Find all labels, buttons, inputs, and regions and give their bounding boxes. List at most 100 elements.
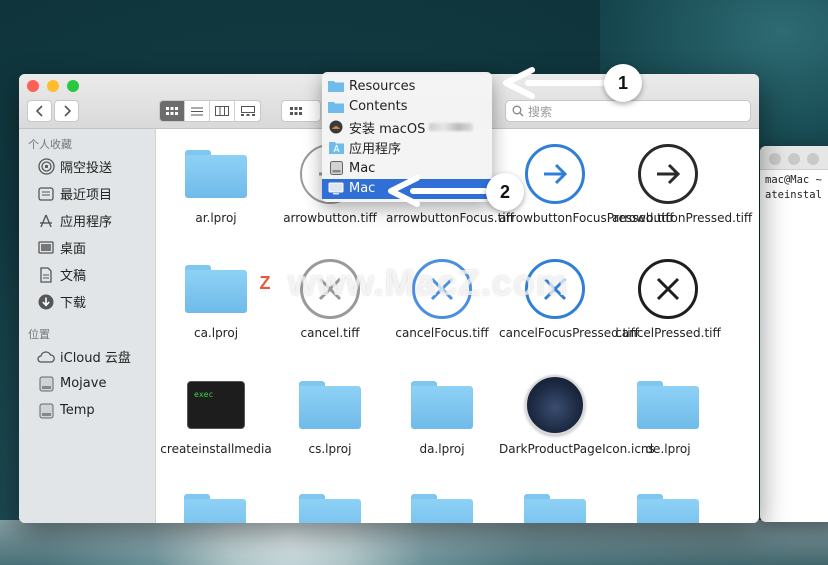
path-menu-label: 应用程序 [349, 142, 402, 158]
sidebar-item-applications[interactable]: 应用程序 [19, 207, 155, 234]
file-name: createinstallmedia [160, 442, 272, 456]
path-menu-label: Mac [349, 160, 376, 176]
terminal-line: mac@Mac ~ [765, 174, 822, 186]
terminal-minimize-button[interactable] [788, 153, 800, 165]
file-name: cancel.tiff [300, 326, 360, 340]
path-menu-item-applications[interactable]: 应用程序 [322, 138, 492, 159]
sidebar-item-airdrop[interactable]: 隔空投送 [19, 153, 155, 180]
file-item[interactable]: DarkProductPageIcon.icns [499, 373, 655, 457]
grid-icon [166, 106, 178, 115]
sidebar-item-recents[interactable]: 最近项目 [19, 180, 155, 207]
chevron-left-icon [35, 105, 43, 117]
installer-icon [328, 120, 344, 134]
folder-icon[interactable] [299, 494, 361, 523]
terminal-close-button[interactable] [769, 153, 781, 165]
folder-icon [328, 79, 344, 93]
search-field[interactable]: 搜索 [505, 100, 751, 122]
gallery-view-button[interactable] [235, 101, 260, 121]
column-view-button[interactable] [210, 101, 235, 121]
background-surf [0, 520, 828, 565]
path-menu-item-resources[interactable]: Resources [322, 76, 492, 97]
file-item[interactable]: da.lproj [386, 373, 498, 457]
icon-view-button[interactable] [160, 101, 185, 121]
disk-icon [328, 161, 344, 176]
desktop-icon [37, 239, 55, 257]
path-menu-item-contents[interactable]: Contents [322, 97, 492, 118]
folder-icon[interactable] [637, 494, 699, 523]
close-button[interactable] [27, 80, 39, 92]
back-button[interactable] [27, 100, 52, 122]
folder-icon[interactable] [411, 494, 473, 523]
file-item[interactable]: de.lproj [612, 373, 724, 457]
minimize-button[interactable] [47, 80, 59, 92]
path-menu-label: Mac [349, 181, 376, 197]
sidebar-item-documents[interactable]: 文稿 [19, 261, 155, 288]
folder-icon[interactable] [524, 494, 586, 523]
folder-icon [184, 257, 248, 321]
folder-icon [636, 373, 700, 437]
sidebar-item-label: 桌面 [60, 242, 87, 257]
file-item[interactable]: cancelPressed.tiff [612, 257, 724, 341]
sidebar-item-label: 应用程序 [60, 215, 113, 230]
cancel-button-icon [636, 257, 700, 321]
list-view-button[interactable] [185, 101, 210, 121]
callout-badge-2: 2 [486, 173, 524, 211]
file-name: cs.lproj [308, 442, 352, 456]
folder-icon [298, 373, 362, 437]
computer-icon [328, 182, 344, 196]
recents-icon [37, 185, 55, 203]
sidebar-item-temp[interactable]: Temp [19, 397, 155, 424]
exec-icon: exec [184, 373, 248, 437]
file-item[interactable]: cancel.tiff [274, 257, 386, 341]
file-item[interactable]: cancelFocus.tiff [386, 257, 498, 341]
sidebar-section-locations: 位置 [28, 328, 50, 341]
sidebar-item-mojave[interactable]: Mojave [19, 370, 155, 397]
airdrop-icon [37, 158, 55, 176]
sidebar-item-label: 文稿 [60, 269, 87, 284]
redacted-text [429, 123, 474, 132]
sidebar: 个人收藏 隔空投送 最近项目 应用程序 桌面 文稿 下载 位置 iCloud 云… [19, 129, 156, 523]
file-name: ar.lproj [195, 211, 237, 225]
file-item[interactable]: cancelFocusPressed.tiff [499, 257, 639, 341]
path-menu-item-installer[interactable]: 安装 macOS [322, 117, 492, 138]
zoom-button[interactable] [67, 80, 79, 92]
file-item[interactable]: cs.lproj [274, 373, 386, 457]
columns-icon [215, 106, 229, 116]
folder-icon[interactable] [184, 494, 246, 523]
gallery-icon [240, 106, 255, 116]
file-item[interactable]: arrowbuttonPressed.tiff [612, 142, 752, 226]
sidebar-item-icloud[interactable]: iCloud 云盘 [19, 343, 155, 370]
terminal-window[interactable]: mac@Mac ~ ateinstal [760, 146, 828, 522]
cancel-button-icon [410, 257, 474, 321]
documents-icon [37, 266, 55, 284]
grid-icon [290, 106, 302, 115]
forward-button[interactable] [54, 100, 79, 122]
chevron-right-icon [63, 105, 71, 117]
list-icon [191, 107, 203, 115]
sidebar-item-label: Temp [60, 403, 95, 418]
group-by-button[interactable] [281, 100, 321, 122]
search-icon [512, 105, 524, 117]
path-menu-label: Resources [349, 78, 416, 94]
sidebar-item-label: 隔空投送 [60, 161, 113, 176]
terminal-titlebar[interactable] [760, 146, 828, 170]
sidebar-item-desktop[interactable]: 桌面 [19, 234, 155, 261]
file-name: arrowbutton.tiff [283, 211, 377, 225]
file-item[interactable]: ar.lproj [160, 142, 272, 226]
sidebar-item-downloads[interactable]: 下载 [19, 288, 155, 315]
callout-badge-1: 1 [604, 64, 642, 102]
search-placeholder: 搜索 [528, 104, 553, 119]
file-name: da.lproj [419, 442, 465, 456]
path-menu-label: Contents [349, 99, 408, 115]
file-item[interactable]: exec createinstallmedia [160, 373, 272, 457]
folder-icon [410, 373, 474, 437]
folder-icon [184, 142, 248, 206]
terminal-zoom-button[interactable] [807, 153, 819, 165]
file-item[interactable]: ca.lproj [160, 257, 272, 341]
view-mode-control[interactable] [159, 100, 261, 122]
terminal-line: ateinstal [765, 189, 822, 201]
disk-icon [37, 402, 55, 420]
callout-arrow-2 [388, 175, 488, 207]
sidebar-item-label: Mojave [60, 376, 107, 391]
sidebar-section-favorites: 个人收藏 [28, 138, 72, 151]
